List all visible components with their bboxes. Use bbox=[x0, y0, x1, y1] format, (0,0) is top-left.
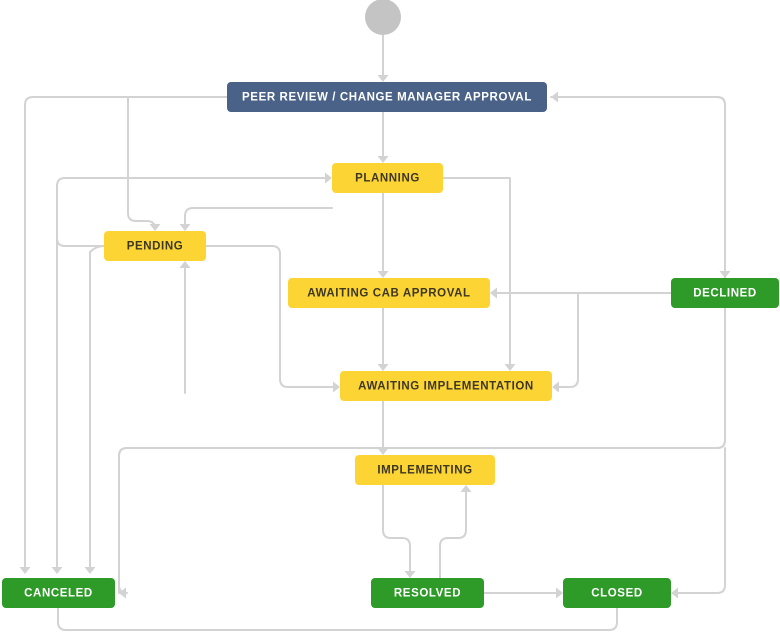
node-awaiting_impl[interactable]: AWAITING IMPLEMENTATION bbox=[340, 371, 552, 401]
node-box-planning[interactable] bbox=[332, 163, 443, 193]
node-planning[interactable]: PLANNING bbox=[332, 163, 443, 193]
edge-canceled-to-closed bbox=[57, 593, 623, 631]
workflow-diagram: PEER REVIEW / CHANGE MANAGER APPROVAL PLA… bbox=[0, 0, 780, 635]
arrowhead bbox=[377, 448, 389, 455]
edge-pending-to-canceled bbox=[84, 245, 105, 574]
node-resolved[interactable]: RESOLVED bbox=[371, 578, 484, 608]
arrowhead bbox=[377, 271, 389, 278]
edge-declined-to-closed bbox=[671, 447, 726, 599]
arrowhead bbox=[179, 261, 191, 268]
arrowhead bbox=[333, 381, 340, 393]
arrowhead bbox=[504, 364, 516, 371]
node-implementing[interactable]: IMPLEMENTING bbox=[355, 455, 495, 485]
edge-implementing-to-canceled bbox=[118, 307, 726, 599]
node-canceled[interactable]: CANCELED bbox=[2, 578, 115, 608]
node-box-awaiting_impl[interactable] bbox=[340, 371, 552, 401]
node-awaiting_cab[interactable]: AWAITING CAB APPROVAL bbox=[288, 278, 490, 308]
edge-declined-to-canceled bbox=[118, 307, 726, 599]
node-closed[interactable]: CLOSED bbox=[563, 578, 671, 608]
node-pending[interactable]: PENDING bbox=[104, 231, 206, 261]
node-box-closed[interactable] bbox=[563, 578, 671, 608]
arrowhead bbox=[179, 224, 191, 231]
node-start[interactable] bbox=[365, 0, 401, 35]
node-box-resolved[interactable] bbox=[371, 578, 484, 608]
arrowhead bbox=[377, 156, 389, 163]
arrowhead bbox=[556, 587, 563, 599]
edge-resolved-to-closed bbox=[483, 587, 563, 599]
edge-layer bbox=[19, 34, 731, 631]
arrowhead bbox=[719, 271, 731, 278]
edge-start-to-peer_review bbox=[377, 34, 389, 82]
arrowhead bbox=[377, 364, 389, 371]
edge-awaiting_impl-to-implementing bbox=[377, 400, 389, 455]
edge-peer_review-to-pending bbox=[127, 96, 161, 231]
edge-planning-to-awaiting_impl bbox=[442, 176, 516, 371]
arrowhead bbox=[377, 75, 389, 82]
edge-peer_review-to-declined bbox=[550, 96, 731, 278]
edge-peer_review-to-planning bbox=[377, 111, 389, 163]
edge-planning-to-awaiting_cab bbox=[377, 192, 389, 278]
edge-awaiting_impl-to-pending bbox=[179, 261, 191, 394]
workflow-canvas: PEER REVIEW / CHANGE MANAGER APPROVAL PLA… bbox=[2, 0, 779, 631]
edge-resolved-to-implementing bbox=[439, 485, 472, 579]
arrowhead bbox=[19, 567, 31, 574]
node-box-declined[interactable] bbox=[671, 278, 779, 308]
node-box-peer_review[interactable] bbox=[227, 82, 547, 112]
start-node-circle[interactable] bbox=[365, 0, 401, 35]
edge-awaiting_cab-to-awaiting_impl bbox=[377, 307, 389, 371]
arrowhead bbox=[84, 567, 96, 574]
arrowhead bbox=[51, 567, 63, 574]
arrowhead bbox=[325, 172, 332, 184]
arrowhead bbox=[490, 287, 497, 299]
node-box-awaiting_cab[interactable] bbox=[288, 278, 490, 308]
node-box-canceled[interactable] bbox=[2, 578, 115, 608]
arrowhead bbox=[552, 381, 559, 393]
node-box-implementing[interactable] bbox=[355, 455, 495, 485]
edge-implementing-to-resolved bbox=[382, 484, 416, 578]
edge-declined-to-peer_review bbox=[551, 91, 726, 279]
edge-declined-to-awaiting_cab bbox=[490, 287, 672, 299]
node-declined[interactable]: DECLINED bbox=[671, 278, 779, 308]
edge-peer_review-to-canceled bbox=[19, 96, 228, 574]
arrowhead bbox=[149, 224, 161, 231]
arrowhead bbox=[671, 587, 678, 599]
edge-pending-to-awaiting_impl bbox=[205, 245, 340, 393]
edge-planning-to-pending bbox=[179, 207, 333, 231]
arrowhead bbox=[460, 485, 472, 492]
node-peer_review[interactable]: PEER REVIEW / CHANGE MANAGER APPROVAL bbox=[227, 82, 547, 112]
edge-awaiting_cab-to-awaiting_impl bbox=[552, 292, 579, 393]
arrowhead bbox=[404, 571, 416, 578]
node-box-pending[interactable] bbox=[104, 231, 206, 261]
